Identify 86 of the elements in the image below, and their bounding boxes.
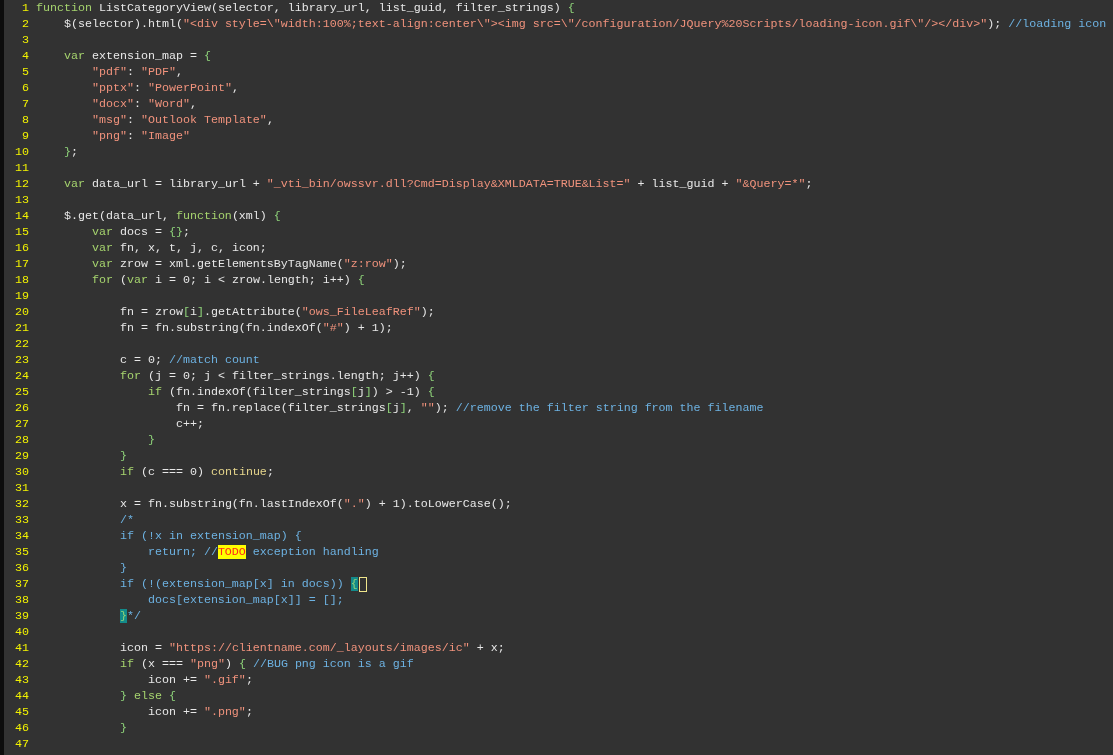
line-number: 20 [14, 304, 30, 320]
code-line: if (c === 0) continue; [118, 464, 274, 480]
line-number: 35 [14, 544, 30, 560]
line-number: 2 [21, 16, 30, 32]
line-number: 21 [14, 320, 30, 336]
code-line: /* [118, 512, 134, 528]
code-line: if (!(extension_map[x] in docs)) { [36, 576, 367, 592]
line-number: 41 [14, 640, 30, 656]
code-line: icon = "https://clientname.com/_layouts/images/ic" + x; [118, 640, 505, 656]
line-number: 44 [14, 688, 30, 704]
code-line: $.get(data_url, function(xml) { [63, 208, 281, 224]
line-number: 4 [21, 48, 30, 64]
line-number: 1 [21, 0, 30, 16]
line-number: 6 [21, 80, 30, 96]
code-line: c = 0; //match count [118, 352, 260, 368]
code-line: "docx": "Word", [90, 96, 197, 112]
code-line: fn = fn.substring(fn.indexOf("#") + 1); [118, 320, 393, 336]
code-line: } else { [118, 688, 176, 704]
code-line: }; [63, 144, 78, 160]
code-line: docs[extension_map[x]] = []; [146, 592, 344, 608]
code-line: for (j = 0; j < filter_strings.length; j++) { [118, 368, 435, 384]
line-number: 43 [14, 672, 30, 688]
line-number: 8 [21, 112, 30, 128]
code-line: "pdf": "PDF", [90, 64, 183, 80]
code-line: if (!x in extension_map) { [118, 528, 302, 544]
code-line: var data_url = library_url + "_vti_bin/owssvr.dll?Cmd=Display&XMLDATA=TRUE&List=" + list_guid + "&Query=*"; [63, 176, 813, 192]
line-number: 26 [14, 400, 30, 416]
line-number: 30 [14, 464, 30, 480]
line-number: 39 [14, 608, 30, 624]
line-number: 23 [14, 352, 30, 368]
code-line: var zrow = xml.getElementsByTagName("z:row"); [90, 256, 407, 272]
code-line: function ListCategoryView(selector, library_url, list_guid, filter_strings) { [36, 0, 575, 16]
line-number: 3 [21, 32, 30, 48]
code-line: if (x === "png") { //BUG png icon is a gif [118, 656, 414, 672]
line-number: 33 [14, 512, 30, 528]
line-number: 36 [14, 560, 30, 576]
code-line: var docs = {}; [90, 224, 190, 240]
code-line: c++; [174, 416, 204, 432]
code-line: "png": "Image" [90, 128, 190, 144]
line-number: 29 [14, 448, 30, 464]
line-number: 27 [14, 416, 30, 432]
line-number: 7 [21, 96, 30, 112]
code-line: } [118, 448, 127, 464]
line-number: 22 [14, 336, 30, 352]
code-line: "pptx": "PowerPoint", [90, 80, 239, 96]
line-number: 17 [14, 256, 30, 272]
code-line: for (var i = 0; i < zrow.length; i++) { [90, 272, 365, 288]
line-number: 10 [14, 144, 30, 160]
code-line: }*/ [118, 608, 141, 624]
line-number: 15 [14, 224, 30, 240]
code-line: return; //TODO exception handling [146, 544, 379, 560]
line-number: 16 [14, 240, 30, 256]
code-line: $(selector).html("<div style=\"width:100%;text-align:center\"><img src=\"/configuration/JQuery%20Scripts/loading-icon.gif\"/></div>"); //loading icon [63, 16, 1107, 32]
code-line: fn = fn.replace(filter_strings[j], ""); //remove the filter string from the filename [174, 400, 764, 416]
code-line: "msg": "Outlook Template", [90, 112, 274, 128]
code-line: if (fn.indexOf(filter_strings[j]) > -1) { [146, 384, 435, 400]
line-number: 42 [14, 656, 30, 672]
line-number: 13 [14, 192, 30, 208]
line-number: 25 [14, 384, 30, 400]
line-number: 32 [14, 496, 30, 512]
line-number: 46 [14, 720, 30, 736]
line-number: 19 [14, 288, 30, 304]
line-number: 9 [21, 128, 30, 144]
line-number: 34 [14, 528, 30, 544]
line-number: 38 [14, 592, 30, 608]
line-number: 47 [14, 736, 30, 752]
line-number: 37 [14, 576, 30, 592]
code-line: fn = zrow[i].getAttribute("ows_FileLeafRef"); [118, 304, 435, 320]
code-line: } [146, 432, 155, 448]
code-line: x = fn.substring(fn.lastIndexOf(".") + 1).toLowerCase(); [118, 496, 512, 512]
line-number: 5 [21, 64, 30, 80]
code-line: } [118, 560, 127, 576]
line-number: 28 [14, 432, 30, 448]
line-number: 40 [14, 624, 30, 640]
code-line: } [118, 720, 127, 736]
code-line: icon += ".gif"; [146, 672, 253, 688]
code-line: var fn, x, t, j, c, icon; [90, 240, 267, 256]
line-number: 18 [14, 272, 30, 288]
line-number: 12 [14, 176, 30, 192]
line-number: 45 [14, 704, 30, 720]
code-line: var extension_map = { [63, 48, 211, 64]
line-number: 11 [14, 160, 30, 176]
code-line: icon += ".png"; [146, 704, 253, 720]
line-number: 31 [14, 480, 30, 496]
line-number: 24 [14, 368, 30, 384]
line-number: 14 [14, 208, 30, 224]
